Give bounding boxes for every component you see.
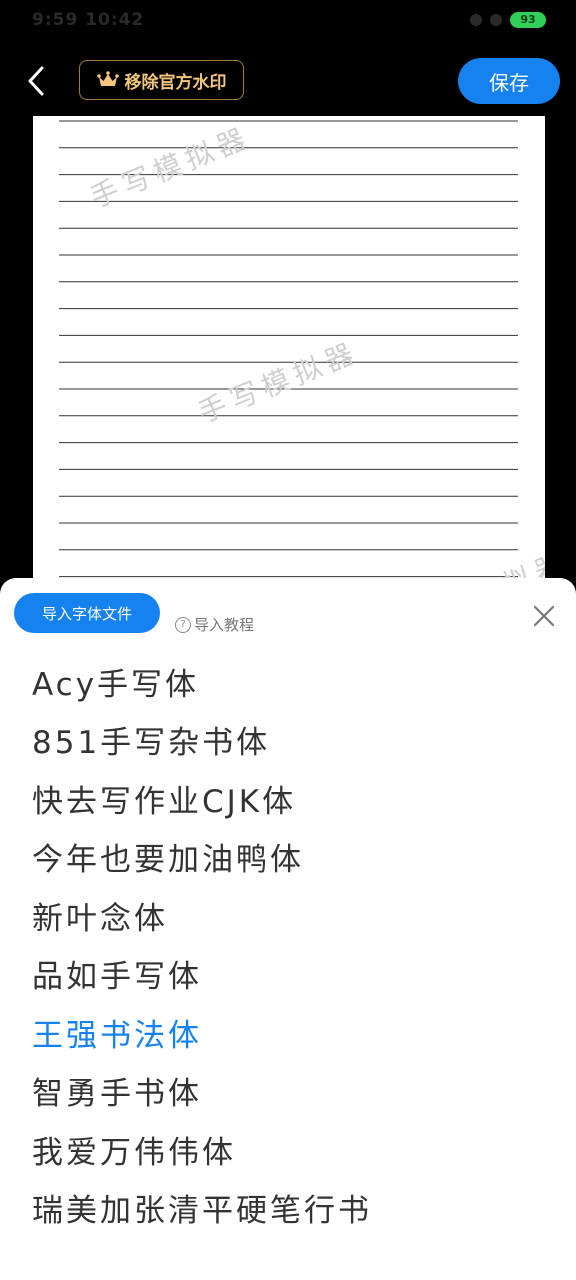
status-bar: 9:59 10:42 93 xyxy=(0,0,576,44)
font-item[interactable]: 新叶念体 xyxy=(32,886,552,945)
font-list: Acy手写体 851手写杂书体 快去写作业CJK体 今年也要加油鸭体 新叶念体 … xyxy=(32,652,552,1237)
import-tutorial-label: 导入教程 xyxy=(194,616,255,634)
font-item[interactable]: 我爱万伟伟体 xyxy=(32,1120,552,1179)
remove-watermark-button[interactable]: 移除官方水印 xyxy=(79,60,244,100)
font-item[interactable]: 品如手写体 xyxy=(32,945,552,1004)
font-item[interactable]: Acy手写体 xyxy=(32,652,552,711)
close-button[interactable] xyxy=(530,602,558,630)
close-icon xyxy=(533,605,555,627)
chevron-left-icon xyxy=(28,66,44,96)
import-tutorial-link[interactable]: ? 导入教程 xyxy=(175,614,254,635)
wifi-icon xyxy=(490,14,502,26)
alarm-icon xyxy=(470,14,482,26)
font-item[interactable]: 智勇手书体 xyxy=(32,1062,552,1121)
top-bar: 移除官方水印 保存 xyxy=(0,44,576,120)
list-fade-overlay xyxy=(370,1188,576,1258)
import-font-button[interactable]: 导入字体文件 xyxy=(14,593,160,633)
crown-icon xyxy=(96,71,119,86)
font-item[interactable]: 851手写杂书体 xyxy=(32,711,552,770)
font-item[interactable]: 快去写作业CJK体 xyxy=(32,769,552,828)
status-icons: 93 xyxy=(470,12,546,28)
font-picker-sheet: 导入字体文件 ? 导入教程 Acy手写体 851手写杂书体 快去写作业CJK体 … xyxy=(0,578,576,1280)
save-button[interactable]: 保存 xyxy=(458,58,560,104)
battery-icon: 93 xyxy=(510,12,546,28)
status-time: 9:59 10:42 xyxy=(32,10,145,30)
back-button[interactable] xyxy=(22,64,52,98)
font-item[interactable]: 今年也要加油鸭体 xyxy=(32,828,552,887)
font-item-selected[interactable]: 王强书法体 xyxy=(32,1003,552,1062)
remove-watermark-label: 移除官方水印 xyxy=(124,72,227,93)
paper-preview: 手写模拟器 手写模拟器 手写模拟器 xyxy=(33,116,545,596)
help-icon: ? xyxy=(175,616,191,633)
